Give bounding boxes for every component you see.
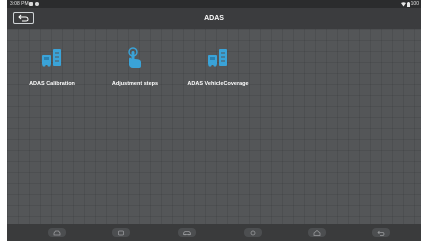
- status-bar: 3:08 PM 100: [7, 0, 421, 8]
- wifi-icon: [400, 1, 406, 6]
- adjustment-steps-tile[interactable]: Adjustment steps: [90, 47, 180, 91]
- nav-car-button[interactable]: [178, 228, 196, 237]
- adas-calibration-label: ADAS Calibration: [29, 81, 75, 87]
- vci-icon: [118, 230, 124, 235]
- adas-calibration-tile[interactable]: ADAS Calibration: [7, 47, 97, 91]
- page-title: ADAS: [204, 15, 224, 22]
- title-bar: ADAS: [7, 8, 421, 29]
- back-arrow-icon: [18, 14, 29, 22]
- nav-car-scan-button[interactable]: [48, 228, 66, 237]
- function-grid: ADAS Calibration Adjustment steps ADAS V…: [7, 29, 421, 224]
- battery-level: 100: [410, 1, 419, 7]
- car-calibration-icon: [42, 49, 61, 67]
- back-icon: [377, 230, 385, 236]
- screenshot-icon: [250, 230, 256, 235]
- notification-icon: [29, 2, 33, 6]
- adjustment-steps-label: Adjustment steps: [111, 81, 159, 87]
- back-button[interactable]: [13, 12, 34, 24]
- status-time: 3:08 PM: [10, 1, 29, 7]
- home-icon: [313, 229, 321, 236]
- status-right: 100: [400, 0, 419, 8]
- nav-screenshot-button[interactable]: [244, 228, 262, 237]
- hand-tap-icon: [128, 47, 141, 68]
- tablet-display: 3:08 PM 100 ADAS ADAS Calibration Adjust…: [7, 0, 421, 241]
- battery-icon: [406, 1, 410, 7]
- nav-back-button[interactable]: [372, 228, 390, 237]
- adas-vehicle-coverage-tile[interactable]: ADAS VehicleCoverage: [173, 47, 263, 91]
- bottom-nav-bar: [7, 224, 421, 241]
- car-scan-icon: [53, 230, 61, 235]
- nav-home-button[interactable]: [308, 228, 326, 237]
- adas-vehicle-coverage-label: ADAS VehicleCoverage: [187, 81, 249, 87]
- car-coverage-icon: [208, 49, 227, 67]
- screen: 3:08 PM 100 ADAS ADAS Calibration Adjust…: [0, 0, 423, 244]
- nav-vci-button[interactable]: [112, 228, 130, 237]
- car-icon: [183, 230, 191, 235]
- settings-status-icon: [35, 2, 39, 6]
